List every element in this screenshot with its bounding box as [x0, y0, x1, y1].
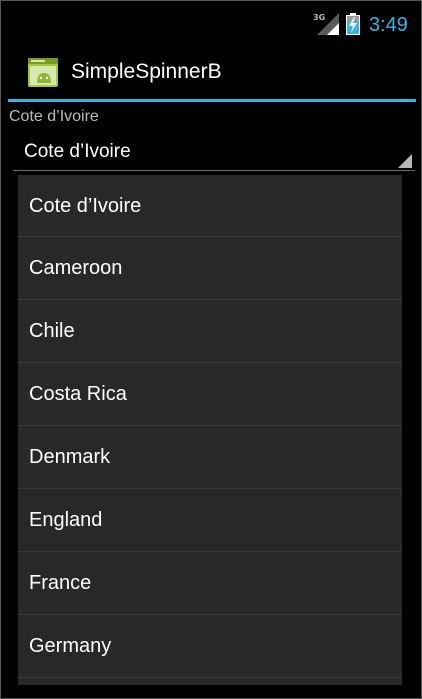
network-type-label: 3G — [313, 13, 325, 22]
dropdown-item-label: Chile — [29, 320, 75, 342]
dropdown-item-label: Cameroon — [29, 257, 123, 279]
dropdown-item-label: Costa Rica — [29, 383, 127, 405]
dropdown-item-label: Denmark — [29, 446, 111, 468]
spinner-underline — [13, 170, 415, 171]
status-bar: 3G 3:49 — [1, 1, 421, 47]
android-app-icon[interactable] — [27, 55, 61, 89]
dropdown-item-label: Germany — [29, 635, 112, 657]
status-clock: 3:49 — [369, 14, 408, 36]
dropdown-item-chile[interactable]: Chile — [18, 300, 402, 363]
selected-country-label: Cote d’Ivoire — [9, 108, 99, 125]
dropdown-item-england[interactable]: England — [18, 489, 402, 552]
spinner-dropdown-list[interactable]: Cote d’Ivoire Cameroon Chile Costa Rica … — [18, 175, 402, 685]
dropdown-item-label: Cote d’Ivoire — [29, 195, 142, 217]
dropdown-item-france[interactable]: France — [18, 552, 402, 615]
action-bar-divider — [8, 99, 416, 102]
phone-screen: 3G 3:49 SimpleSpinnerB Cote d’Ivoire Cot… — [0, 0, 422, 699]
dropdown-item-costa-rica[interactable]: Costa Rica — [18, 363, 402, 426]
dropdown-item-label: France — [29, 572, 92, 594]
spinner-selected-value: Cote d’Ivoire — [24, 141, 131, 162]
country-spinner[interactable]: Cote d’Ivoire — [13, 135, 415, 171]
battery-charging-icon — [346, 13, 360, 35]
action-bar: SimpleSpinnerB — [1, 47, 421, 99]
signal-3g-icon: 3G — [313, 13, 339, 35]
dropdown-item-label: England — [29, 509, 103, 531]
dropdown-item-denmark[interactable]: Denmark — [18, 426, 402, 489]
app-title: SimpleSpinnerB — [71, 60, 222, 83]
dropdown-item-germany[interactable]: Germany — [18, 615, 402, 678]
dropdown-item-cameroon[interactable]: Cameroon — [18, 237, 402, 300]
dropdown-item-cote-divoire[interactable]: Cote d’Ivoire — [18, 175, 402, 237]
spinner-dropdown-arrow-icon — [398, 154, 412, 168]
